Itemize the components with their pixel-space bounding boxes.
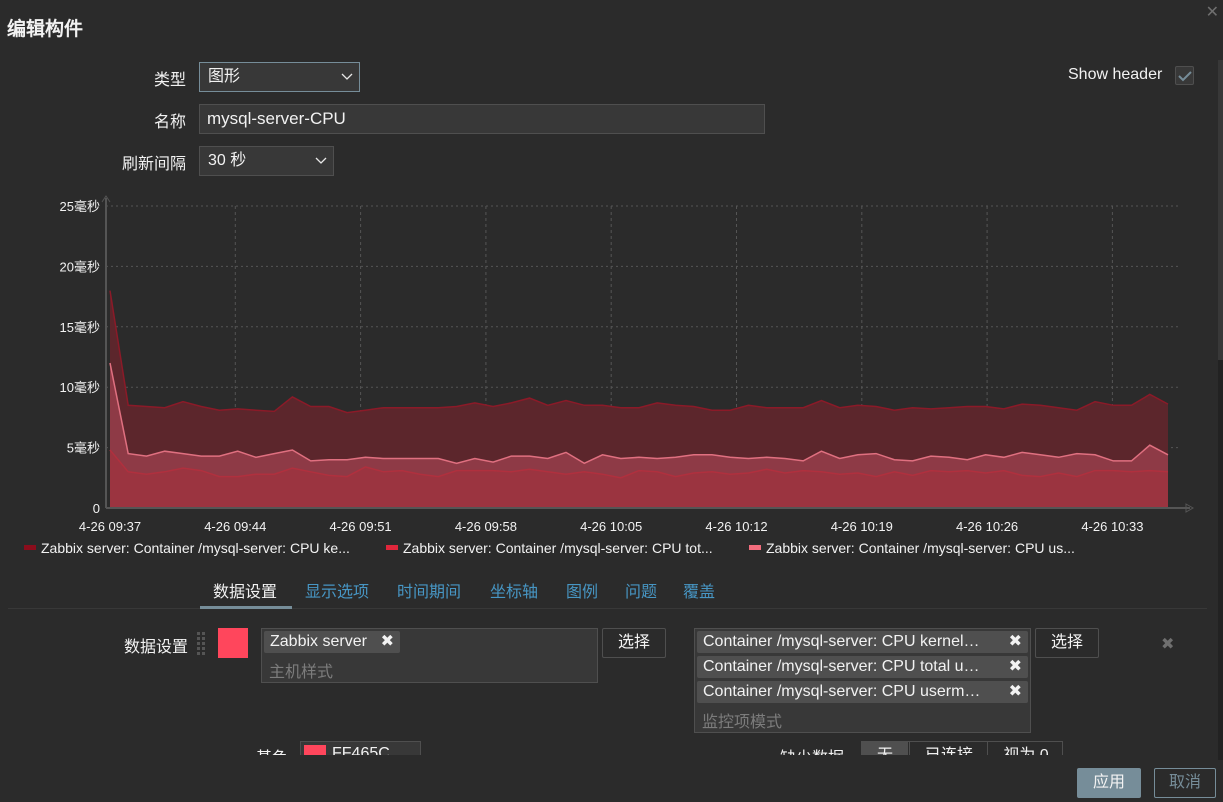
base-color-value: FF465C — [332, 745, 390, 755]
y-tick-label: 0 — [93, 501, 100, 516]
legend-label: Zabbix server: Container /mysql-server: … — [403, 540, 713, 556]
name-label: 名称 — [153, 114, 186, 131]
item-chip-label: Container /mysql-server: CPU total u… — [703, 658, 980, 675]
show-header-checkbox[interactable] — [1175, 66, 1194, 85]
checkmark-icon — [1178, 71, 1192, 82]
tab-legend[interactable]: 图例 — [566, 578, 598, 602]
base-color-swatch — [304, 745, 326, 755]
legend-item: Zabbix server: Container /mysql-server: … — [749, 540, 1075, 556]
dialog-title: 编辑构件 — [7, 19, 84, 40]
x-tick-label: 4-26 10:05 — [580, 519, 642, 534]
dataset-color-swatch[interactable] — [218, 628, 248, 658]
scrollbar-thumb[interactable] — [1218, 60, 1223, 360]
x-tick-label: 4-26 10:12 — [705, 519, 767, 534]
item-chip: Container /mysql-server: CPU kernel… ✖ — [697, 631, 1028, 653]
y-tick-label: 25毫秒 — [60, 199, 100, 214]
x-tick-label: 4-26 09:51 — [330, 519, 392, 534]
item-chip-label: Container /mysql-server: CPU userm… — [703, 683, 981, 700]
type-label: 类型 — [153, 72, 186, 89]
remove-dataset-icon[interactable]: ✖ — [1161, 634, 1174, 654]
chevron-down-icon — [315, 147, 327, 185]
host-chip: Zabbix server ✖ — [264, 631, 400, 653]
missing-data-option[interactable]: 已连接 — [909, 742, 988, 755]
tab-display-options[interactable]: 显示选项 — [305, 578, 369, 602]
x-tick-label: 4-26 09:58 — [455, 519, 517, 534]
tabs-divider — [8, 608, 1207, 609]
dataset-label: 数据设置 — [123, 639, 188, 656]
x-tick-label: 4-26 09:44 — [204, 519, 266, 534]
legend-label: Zabbix server: Container /mysql-server: … — [766, 540, 1075, 556]
legend-item: Zabbix server: Container /mysql-server: … — [24, 540, 350, 556]
item-chip: Container /mysql-server: CPU total u… ✖ — [697, 656, 1028, 678]
item-chip: Container /mysql-server: CPU userm… ✖ — [697, 681, 1028, 703]
x-tick-label: 4-26 10:33 — [1081, 519, 1143, 534]
tab-axes[interactable]: 坐标轴 — [490, 578, 538, 602]
dataset-options-row: 基色 FF465C 缺少数据 无 已连接 视为 0 — [8, 735, 1207, 755]
host-select-button[interactable]: 选择 — [602, 628, 666, 658]
y-tick-label: 20毫秒 — [60, 259, 100, 274]
scrollbar[interactable] — [1218, 60, 1223, 760]
legend-item: Zabbix server: Container /mysql-server: … — [386, 540, 713, 556]
base-color-picker[interactable]: FF465C — [300, 741, 421, 755]
type-select[interactable]: 图形 — [199, 62, 360, 92]
host-pattern-multiselect[interactable]: Zabbix server ✖ 主机样式 — [261, 628, 598, 683]
y-tick-label: 5毫秒 — [67, 441, 100, 456]
name-input[interactable]: mysql-server-CPU — [199, 104, 765, 134]
legend-swatch — [386, 544, 398, 550]
remove-chip-icon[interactable]: ✖ — [1009, 656, 1022, 678]
missing-data-option[interactable]: 视为 0 — [987, 742, 1064, 755]
drag-handle-icon[interactable] — [197, 632, 207, 656]
item-pattern-multiselect[interactable]: Container /mysql-server: CPU kernel… ✖ C… — [694, 628, 1031, 733]
item-pattern-placeholder: 监控项模式 — [702, 714, 783, 731]
y-tick-label: 10毫秒 — [60, 380, 100, 395]
series-line — [109, 290, 1169, 414]
legend-swatch — [24, 544, 36, 550]
chevron-down-icon — [341, 63, 353, 101]
legend-swatch — [749, 544, 761, 550]
host-chip-label: Zabbix server — [270, 633, 367, 650]
x-tick-label: 4-26 10:19 — [831, 519, 893, 534]
close-icon[interactable]: ✕ — [1206, 2, 1219, 22]
tab-problems[interactable]: 问题 — [625, 578, 657, 602]
refresh-label: 刷新间隔 — [121, 156, 186, 173]
host-pattern-placeholder: 主机样式 — [269, 664, 334, 681]
missing-data-toggle[interactable]: 无 已连接 视为 0 — [861, 741, 1063, 755]
y-tick-label: 15毫秒 — [60, 320, 100, 335]
type-select-value: 图形 — [208, 68, 241, 85]
remove-chip-icon[interactable]: ✖ — [1009, 681, 1022, 703]
active-tab-indicator — [200, 606, 292, 609]
item-select-button[interactable]: 选择 — [1035, 628, 1099, 658]
base-color-label: 基色 — [256, 744, 288, 755]
missing-data-option[interactable]: 无 — [862, 742, 908, 755]
refresh-select-value: 30 秒 — [208, 152, 247, 169]
apply-button[interactable]: 应用 — [1077, 768, 1141, 798]
cancel-button[interactable]: 取消 — [1154, 768, 1216, 798]
tab-overrides[interactable]: 覆盖 — [683, 578, 715, 602]
remove-chip-icon[interactable]: ✖ — [1009, 631, 1022, 653]
graph-preview: 0 5毫秒 10毫秒 15毫秒 20毫秒 25毫秒 4-26 09:37 4-26 09:4… — [60, 195, 1195, 534]
tab-time-period[interactable]: 时间期间 — [397, 578, 461, 602]
x-tick-label: 4-26 10:26 — [956, 519, 1018, 534]
name-input-value: mysql-server-CPU — [207, 109, 346, 128]
show-header-label: Show header — [1068, 66, 1163, 83]
legend-label: Zabbix server: Container /mysql-server: … — [41, 540, 350, 556]
remove-chip-icon[interactable]: ✖ — [381, 631, 394, 653]
tab-data-set[interactable]: 数据设置 — [213, 578, 277, 602]
x-tick-label: 4-26 09:37 — [79, 519, 141, 534]
refresh-interval-select[interactable]: 30 秒 — [199, 146, 334, 176]
item-chip-label: Container /mysql-server: CPU kernel… — [703, 633, 980, 650]
scrollbar-track — [1218, 360, 1223, 760]
missing-data-label: 缺少数据 — [780, 744, 844, 755]
